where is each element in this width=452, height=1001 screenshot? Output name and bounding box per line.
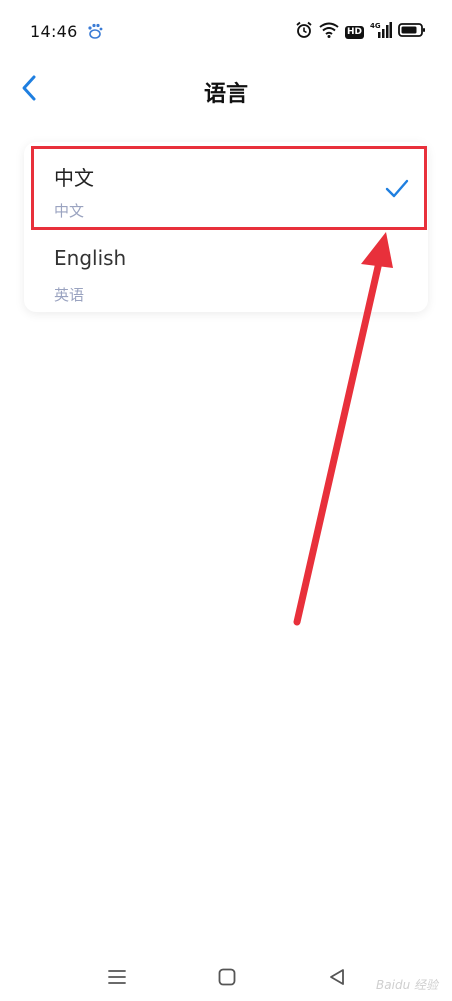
hd-icon: HD [344,25,364,39]
language-option-english[interactable]: English 英语 [24,228,428,312]
svg-text:4G: 4G [370,22,381,30]
nav-menu-button[interactable] [102,962,132,992]
signal-4g-icon: 4G [370,21,392,43]
status-bar: 14:46 HD 4G [0,0,452,66]
paw-icon [86,22,104,40]
language-native-name: 中文 [54,202,85,220]
language-native-name: 英语 [54,286,85,304]
back-triangle-icon [330,969,344,985]
status-icons: HD 4G [295,21,426,43]
nav-back-button[interactable] [322,962,352,992]
battery-icon [398,22,426,42]
nav-home-button[interactable] [212,962,242,992]
language-option-chinese[interactable]: 中文 中文 [24,142,428,226]
alarm-icon [295,21,313,43]
page-title: 语言 [203,82,248,107]
menu-icon [108,970,126,984]
language-name: 中文 [54,166,94,190]
status-time: 14:46 [30,22,78,41]
check-icon [384,178,410,200]
language-name: English [54,246,127,270]
home-icon [218,968,236,986]
watermark: Baidu 经验 [376,978,438,992]
wifi-icon [319,22,339,42]
language-list: 中文 中文 English 英语 [24,142,428,312]
